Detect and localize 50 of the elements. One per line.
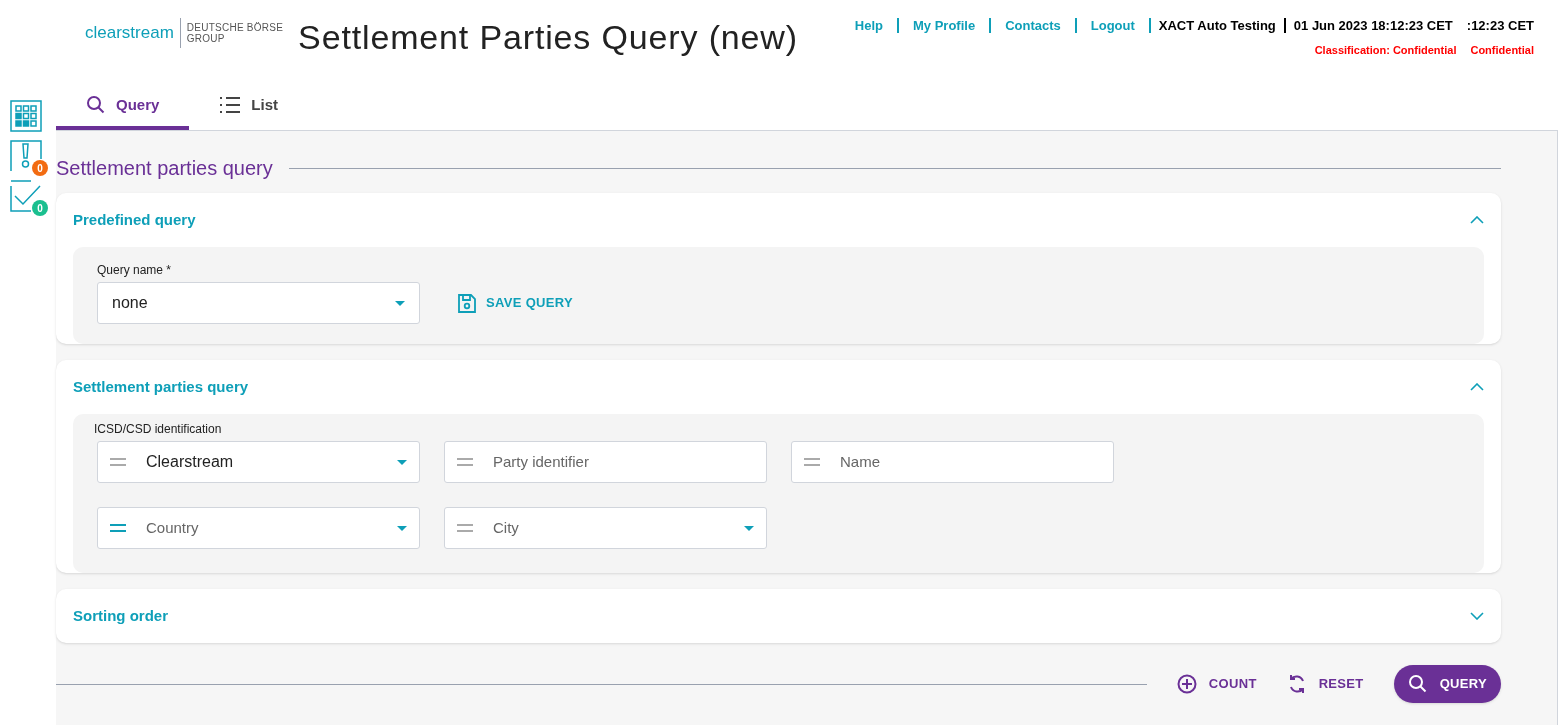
query-name-select[interactable]: none <box>97 282 420 324</box>
equals-operator-icon[interactable] <box>110 458 126 466</box>
classification-label: Confidential <box>1470 42 1534 58</box>
list-icon <box>219 96 242 114</box>
header-link[interactable]: Contacts <box>991 16 1075 36</box>
tab[interactable]: List <box>189 84 309 130</box>
count-badge: 0 <box>32 160 48 176</box>
classification-label: Classification: Confidential <box>1314 42 1457 58</box>
field-label: Query name * <box>97 262 173 279</box>
input-field[interactable]: Name <box>791 441 1114 483</box>
apps-grid-icon[interactable] <box>10 100 42 132</box>
equals-operator-icon[interactable] <box>804 458 820 466</box>
input-field[interactable]: Party identifier <box>444 441 767 483</box>
date-time: 01 Jun 2023 18:12:23 CET <box>1292 17 1453 35</box>
time-label: :12:23 CET <box>1465 17 1534 35</box>
accordion-header[interactable]: Predefined query <box>56 193 1501 247</box>
equals-operator-icon[interactable] <box>457 458 473 466</box>
alert-icon[interactable] <box>10 140 42 172</box>
dropdown-caret-icon <box>744 525 754 531</box>
count-button[interactable]: COUNT <box>1166 665 1267 703</box>
brand-logo: clearstream <box>85 22 174 45</box>
group-logo: DEUTSCHE BÖRSE GROUP <box>186 22 284 44</box>
dropdown-caret-icon <box>397 525 407 531</box>
select-field[interactable]: Clearstream <box>97 441 420 483</box>
plus-circle-icon <box>1176 674 1197 694</box>
dropdown-caret-icon <box>395 300 405 306</box>
count-badge: 0 <box>32 200 48 216</box>
section-heading: Settlement parties query <box>56 156 273 181</box>
search-icon <box>1407 674 1428 694</box>
dropdown-caret-icon <box>397 459 407 465</box>
user-name: XACT Auto Testing <box>1157 17 1277 35</box>
header-link[interactable]: Help <box>840 16 897 36</box>
chevron-icon <box>1470 216 1484 224</box>
save-icon <box>458 293 476 313</box>
chevron-icon <box>1470 612 1484 620</box>
page-title: Settlement Parties Query (new) <box>298 17 798 58</box>
select-field[interactable]: City <box>444 507 767 549</box>
header-link[interactable]: Logout <box>1076 16 1149 36</box>
header-link[interactable]: My Profile <box>899 16 990 36</box>
query-button[interactable]: QUERY <box>1393 665 1501 703</box>
select-field[interactable]: Country <box>97 507 420 549</box>
equals-operator-icon[interactable] <box>457 524 473 532</box>
equals-operator-icon[interactable] <box>110 524 126 532</box>
checkmark-icon[interactable] <box>10 180 42 212</box>
chevron-icon <box>1470 383 1484 391</box>
reset-button[interactable]: RESET <box>1276 665 1374 703</box>
field-label: ICSD/CSD identification <box>94 421 223 438</box>
accordion-header[interactable]: Settlement parties query <box>56 360 1501 414</box>
search-icon <box>86 95 106 115</box>
accordion-header[interactable]: Sorting order <box>56 589 1501 643</box>
